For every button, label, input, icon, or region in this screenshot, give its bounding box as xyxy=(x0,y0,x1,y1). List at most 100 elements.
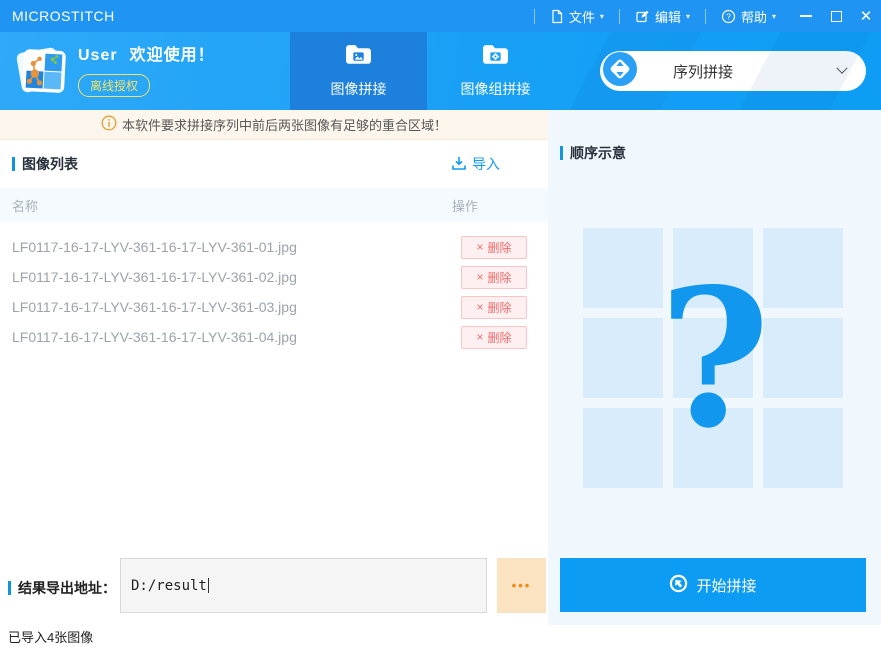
file-icon xyxy=(550,9,564,24)
delete-label: 删除 xyxy=(488,329,512,346)
chevron-down-icon: ▾ xyxy=(772,12,776,21)
grid-cell xyxy=(673,228,753,308)
export-path-label: 结果导出地址： xyxy=(18,578,116,598)
menu-edit-label: 编辑 xyxy=(655,7,681,26)
grid-cell xyxy=(673,408,753,488)
header: User 欢迎使用！ 离线授权 图像拼接 图像组拼接 序列拼接 xyxy=(0,32,881,110)
section-marker xyxy=(8,581,11,595)
column-name: 名称 xyxy=(12,196,38,215)
notice-bar: 本软件要求拼接序列中前后两张图像有足够的重合区域！ xyxy=(0,110,548,140)
menu-help-label: 帮助 xyxy=(741,7,767,26)
import-label: 导入 xyxy=(472,154,500,174)
menu-bar: 文件 ▾ 编辑 ▾ ? 帮助 ▾ ✕ xyxy=(534,0,881,32)
import-button[interactable]: 导入 xyxy=(451,154,500,174)
welcome-text: 欢迎使用！ xyxy=(130,47,215,64)
column-action: 操作 xyxy=(452,196,478,215)
delete-label: 删除 xyxy=(488,299,512,316)
maximize-button[interactable] xyxy=(821,0,851,32)
stitch-mode-dropdown[interactable]: 序列拼接 xyxy=(600,51,866,91)
table-row: LF0117-16-17-LYV-361-16-17-LYV-361-04.jp… xyxy=(0,322,548,352)
table-row: LF0117-16-17-LYV-361-16-17-LYV-361-03.jp… xyxy=(0,292,548,322)
license-badge: 离线授权 xyxy=(78,74,150,97)
grid-cell xyxy=(583,318,663,398)
grid-cell xyxy=(763,408,843,488)
import-icon xyxy=(451,155,467,174)
export-path-label-row: 结果导出地址： xyxy=(8,578,116,598)
order-grid xyxy=(583,228,843,488)
start-icon xyxy=(669,574,688,597)
delete-button[interactable]: × 删除 xyxy=(461,236,527,259)
delete-label: 删除 xyxy=(488,269,512,286)
greeting-text: User 欢迎使用！ xyxy=(78,41,215,65)
status-text: 已导入4张图像 xyxy=(8,627,93,646)
file-name: LF0117-16-17-LYV-361-16-17-LYV-361-04.jp… xyxy=(12,329,297,345)
tab-image-stitch[interactable]: 图像拼接 xyxy=(290,32,427,110)
section-marker xyxy=(560,146,563,160)
image-list-header: 图像列表 导入 xyxy=(0,140,548,188)
user-name: User xyxy=(78,47,118,64)
table-row: LF0117-16-17-LYV-361-16-17-LYV-361-02.jp… xyxy=(0,262,548,292)
menu-edit[interactable]: 编辑 ▾ xyxy=(620,0,705,32)
delete-button[interactable]: × 删除 xyxy=(461,326,527,349)
start-label: 开始拼接 xyxy=(696,575,756,596)
order-panel-header: 顺序示意 xyxy=(548,110,881,163)
image-list-title: 图像列表 xyxy=(22,154,78,174)
menu-file-label: 文件 xyxy=(569,7,595,26)
file-name: LF0117-16-17-LYV-361-16-17-LYV-361-01.jp… xyxy=(12,239,297,255)
chevron-down-icon: ▾ xyxy=(686,12,690,21)
close-icon: ✕ xyxy=(860,9,873,24)
delete-label: 删除 xyxy=(488,239,512,256)
file-name: LF0117-16-17-LYV-361-16-17-LYV-361-02.jp… xyxy=(12,269,297,285)
close-button[interactable]: ✕ xyxy=(851,0,881,32)
menu-file[interactable]: 文件 ▾ xyxy=(535,0,619,32)
grid-cell xyxy=(583,228,663,308)
app-logo-icon xyxy=(12,41,70,101)
grid-cell xyxy=(583,408,663,488)
maximize-icon xyxy=(831,11,842,22)
tab-image-group-stitch[interactable]: 图像组拼接 xyxy=(427,32,564,110)
x-icon: × xyxy=(476,240,483,254)
app-title: MICROSTITCH xyxy=(12,8,115,24)
delete-button[interactable]: × 删除 xyxy=(461,296,527,319)
tab-label: 图像组拼接 xyxy=(461,79,531,99)
folder-gear-icon xyxy=(482,44,509,70)
export-path-input[interactable]: D:/result xyxy=(120,558,487,613)
sequence-mode-icon xyxy=(603,52,637,91)
grid-cell xyxy=(763,228,843,308)
order-panel-title: 顺序示意 xyxy=(570,143,626,163)
app-window: MICROSTITCH 文件 ▾ 编辑 ▾ ? 帮助 ▾ ✕ xyxy=(0,0,881,647)
edit-icon xyxy=(635,9,650,24)
table-row: LF0117-16-17-LYV-361-16-17-LYV-361-01.jp… xyxy=(0,232,548,262)
x-icon: × xyxy=(476,270,483,284)
main-tabs: 图像拼接 图像组拼接 xyxy=(290,32,564,110)
browse-button[interactable]: ••• xyxy=(497,558,546,613)
titlebar: MICROSTITCH 文件 ▾ 编辑 ▾ ? 帮助 ▾ ✕ xyxy=(0,0,881,32)
chevron-down-icon xyxy=(836,63,847,74)
x-icon: × xyxy=(476,330,483,344)
chevron-down-icon: ▾ xyxy=(600,12,604,21)
order-panel: 顺序示意 ? 开始拼接 xyxy=(548,110,881,625)
greeting-block: User 欢迎使用！ 离线授权 xyxy=(78,41,215,97)
status-bar: 已导入4张图像 xyxy=(0,625,881,647)
ellipsis-icon: ••• xyxy=(512,578,532,593)
folder-image-icon xyxy=(345,44,372,70)
start-stitch-button[interactable]: 开始拼接 xyxy=(560,558,866,612)
minimize-icon xyxy=(800,15,812,17)
image-rows: LF0117-16-17-LYV-361-16-17-LYV-361-01.jp… xyxy=(0,222,548,352)
help-icon: ? xyxy=(721,9,736,24)
minimize-button[interactable] xyxy=(791,0,821,32)
section-marker xyxy=(12,157,15,171)
svg-text:?: ? xyxy=(726,11,731,21)
image-list-panel: 图像列表 导入 名称 操作 LF0117-16-17-LYV-361-16-17… xyxy=(0,140,548,625)
grid-cell xyxy=(763,318,843,398)
menu-help[interactable]: ? 帮助 ▾ xyxy=(706,0,791,32)
tab-label: 图像拼接 xyxy=(331,79,387,99)
grid-cell xyxy=(673,318,753,398)
stitch-mode-value: 序列拼接 xyxy=(673,61,733,82)
export-path-value: D:/result xyxy=(131,578,207,594)
info-icon xyxy=(101,115,117,134)
delete-button[interactable]: × 删除 xyxy=(461,266,527,289)
text-cursor xyxy=(208,578,209,593)
file-name: LF0117-16-17-LYV-361-16-17-LYV-361-03.jp… xyxy=(12,299,297,315)
x-icon: × xyxy=(476,300,483,314)
